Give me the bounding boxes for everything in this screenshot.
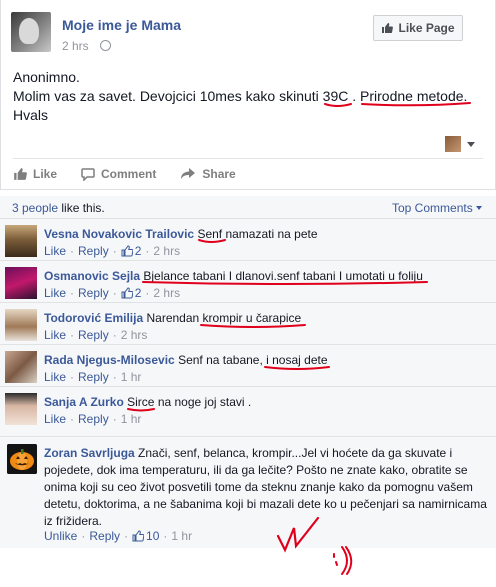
smiley-mouth-mark: [341, 546, 353, 575]
comment-reply-link[interactable]: Reply: [78, 412, 109, 426]
comment: Zoran Savrljuga Znači, senf, belanca, kr…: [0, 436, 496, 548]
comment-text-block: Osmanovic Sejla Bjelance tabani I dlanov…: [44, 268, 484, 284]
comment-reply-link[interactable]: Reply: [78, 370, 109, 384]
comment: Sanja A Zurko Sirce na noge joj stavi . …: [0, 386, 496, 436]
caret-down-icon: [467, 141, 475, 147]
comment: Rada Njegus-Milosevic Senf na tabane, i …: [0, 344, 496, 386]
comment-icon: [81, 167, 95, 181]
top-comments-dropdown[interactable]: Top Comments: [392, 201, 482, 215]
comment-text-block: Zoran Savrljuga Znači, senf, belanca, kr…: [44, 445, 490, 530]
share-label: Share: [202, 166, 236, 181]
share-button[interactable]: Share: [180, 166, 236, 181]
likes-suffix: like this.: [58, 201, 105, 215]
comment-body: Senf na tabane, i nosaj dete: [178, 353, 328, 367]
comment-author[interactable]: Todorović Emilija: [44, 311, 143, 325]
comment-label: Comment: [101, 166, 157, 181]
pumpkin-icon: [7, 444, 37, 474]
comment: Osmanovic Sejla Bjelance tabani I dlanov…: [0, 260, 496, 302]
comment-meta: Like · Reply · 2 · 2 hrs: [44, 286, 181, 300]
likes-number: 2: [134, 244, 142, 258]
comment-reply-link[interactable]: Reply: [78, 328, 109, 342]
page-name-link[interactable]: Moje ime je Mama: [62, 17, 181, 33]
comment-reply-link[interactable]: Reply: [78, 244, 109, 258]
thumbs-up-icon: [382, 23, 394, 33]
actor-chooser[interactable]: [445, 136, 475, 152]
post-actions-bar: Like Comment Share: [13, 158, 483, 188]
comment: Todorović Emilija Narendan krompir u čar…: [0, 302, 496, 344]
comment-like-link[interactable]: Like: [44, 412, 66, 426]
likes-count-link[interactable]: 3 people: [12, 201, 58, 215]
smiley-eyes-mark: [333, 553, 338, 566]
comment-author[interactable]: Sanja A Zurko: [44, 395, 124, 409]
post-line: Hvals: [13, 107, 49, 123]
like-page-button[interactable]: Like Page: [373, 15, 463, 41]
comment-like-link[interactable]: Like: [44, 244, 66, 258]
avatar[interactable]: [5, 309, 37, 341]
comment-time[interactable]: 1 hr: [121, 370, 142, 384]
caret-down-icon: [475, 206, 482, 210]
comment-likes-count[interactable]: 2: [121, 244, 142, 258]
comment-author[interactable]: Zoran Savrljuga: [44, 446, 135, 460]
comment-time[interactable]: 2 hrs: [153, 286, 180, 300]
avatar[interactable]: [5, 351, 37, 383]
comment-text-block: Rada Njegus-Milosevic Senf na tabane, i …: [44, 352, 484, 368]
post-body: Anonimno. Molim vas za savet. Devojcici …: [13, 68, 483, 125]
user-avatar: [445, 136, 461, 152]
comment-meta: Like · Reply · 1 hr: [44, 412, 142, 426]
comment-author[interactable]: Vesna Novakovic Trailovic: [44, 227, 194, 241]
comment-reply-link[interactable]: Reply: [78, 286, 109, 300]
comment-body: Sirce na noge joj stavi .: [127, 395, 252, 409]
avatar[interactable]: [5, 267, 37, 299]
comment-unlike-link[interactable]: Unlike: [44, 529, 77, 543]
comment-author[interactable]: Rada Njegus-Milosevic: [44, 353, 175, 367]
post-line: Anonimno.: [13, 69, 80, 85]
top-comments-label: Top Comments: [392, 201, 473, 215]
page-avatar[interactable]: [11, 12, 51, 52]
like-label: Like: [33, 166, 58, 181]
comment-author[interactable]: Osmanovic Sejla: [44, 269, 140, 283]
globe-icon: [100, 40, 111, 51]
thumbs-up-icon: [121, 245, 133, 257]
avatar[interactable]: [5, 393, 37, 425]
comment-body: Narendan krompir u čarapice: [146, 311, 302, 325]
comment-reply-link[interactable]: Reply: [89, 529, 120, 543]
thumbs-up-icon: [14, 167, 27, 180]
comment-body: Bjelance tabani I dlanovi.senf tabani I …: [143, 269, 423, 283]
likes-summary-row: 3 people like this. Top Comments: [0, 196, 496, 218]
comment-button[interactable]: Comment: [81, 167, 156, 181]
comment: Vesna Novakovic Trailovic Senf namazati …: [0, 218, 496, 260]
comment-time[interactable]: 1 hr: [121, 412, 142, 426]
comment-text-block: Vesna Novakovic Trailovic Senf namazati …: [44, 226, 484, 242]
comment-time[interactable]: 1 hr: [171, 529, 192, 543]
like-page-label: Like Page: [398, 21, 455, 35]
post-line: Molim vas za savet. Devojcici 10mes kako…: [13, 88, 468, 104]
comment-time[interactable]: 2 hrs: [153, 244, 180, 258]
comment-meta: Like · Reply · 2 hrs: [44, 328, 148, 342]
comment-like-link[interactable]: Like: [44, 286, 66, 300]
avatar[interactable]: [5, 225, 37, 257]
comment-meta: Like · Reply · 2 · 2 hrs: [44, 244, 181, 258]
comment-text-block: Todorović Emilija Narendan krompir u čar…: [44, 310, 484, 326]
thumbs-up-icon: [132, 530, 145, 542]
share-icon: [181, 167, 196, 179]
likes-number: 2: [134, 286, 142, 300]
comment-meta: Like · Reply · 1 hr: [44, 370, 142, 384]
likes-summary: 3 people like this.: [12, 201, 105, 215]
comment-time[interactable]: 2 hrs: [121, 328, 148, 342]
comment-text-block: Sanja A Zurko Sirce na noge joj stavi .: [44, 394, 484, 410]
likes-number: 10: [146, 529, 160, 543]
comments-section: 3 people like this. Top Comments Vesna N…: [0, 196, 496, 548]
thumbs-up-icon: [121, 287, 133, 299]
comment-likes-count[interactable]: 10: [132, 529, 159, 543]
avatar[interactable]: [7, 444, 37, 474]
comment-body: Senf namazati na pete: [197, 227, 318, 241]
comment-like-link[interactable]: Like: [44, 328, 66, 342]
comment-meta: Unlike · Reply · 10 · 1 hr: [44, 529, 193, 543]
comment-like-link[interactable]: Like: [44, 370, 66, 384]
like-button[interactable]: Like: [13, 167, 57, 181]
comment-likes-count[interactable]: 2: [121, 286, 142, 300]
post-card: Moje ime je Mama 2 hrs Like Page Anonimn…: [0, 0, 496, 190]
post-timestamp[interactable]: 2 hrs: [62, 39, 89, 53]
